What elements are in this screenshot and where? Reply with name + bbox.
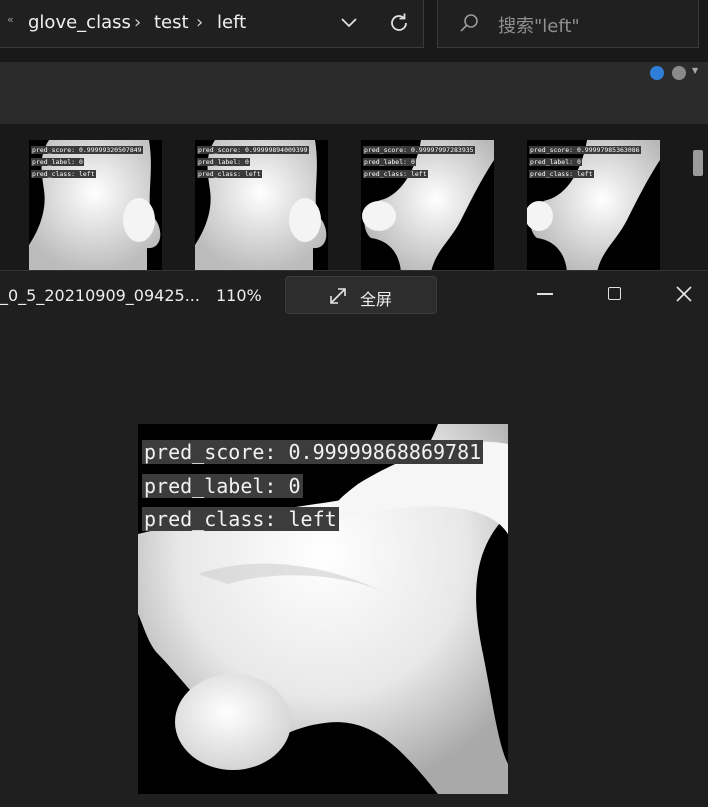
search-icon	[460, 14, 478, 32]
thumb-class: pred_class: left	[529, 170, 594, 178]
breadcrumb-glove-class[interactable]: glove_class	[28, 12, 131, 33]
scrollbar-thumb[interactable]	[693, 150, 703, 176]
thumb-score: pred_score: 0.99999320507849	[31, 146, 143, 154]
pred-label-text: pred_label: 0	[142, 473, 303, 498]
command-bar	[0, 62, 708, 124]
thumb-label: pred_label: 0	[197, 158, 250, 166]
thumb-score: pred_score: 0.99999894009399	[197, 146, 309, 154]
forward-icon[interactable]	[672, 66, 686, 80]
search-input[interactable]: 搜索"left"	[437, 0, 699, 48]
refresh-icon[interactable]	[387, 11, 411, 35]
overflow-chevron-icon[interactable]: «	[7, 13, 14, 26]
minimize-icon[interactable]	[537, 293, 553, 295]
thumb-label: pred_label: 0	[363, 158, 416, 166]
displayed-image: pred_score: 0.99999868869781 pred_label:…	[138, 424, 508, 794]
breadcrumb-left[interactable]: left	[217, 12, 246, 33]
address-bar[interactable]: « glove_class › test › left	[0, 0, 424, 48]
thumb-score: pred_score: 0.99997997283935	[363, 146, 475, 154]
file-name-title: _0_5_20210909_09425...	[0, 286, 200, 305]
image-thumbnail[interactable]: pred_score: 0.99999320507849 pred_label:…	[29, 140, 162, 272]
globe-icon[interactable]	[650, 66, 664, 80]
thumb-label: pred_label: 0	[529, 158, 582, 166]
pred-score-text: pred_score: 0.99999868869781	[142, 440, 484, 464]
breadcrumb-separator-icon: ›	[134, 12, 142, 33]
chevron-down-icon[interactable]: ▼	[692, 66, 698, 75]
pred-class-text: pred_class: left	[142, 507, 339, 531]
close-icon[interactable]	[675, 285, 693, 303]
image-thumbnail[interactable]: pred_score: 0.99997985363086 pred_label:…	[527, 140, 660, 272]
zoom-level[interactable]: 110%	[216, 286, 262, 305]
breadcrumb-separator-icon: ›	[196, 12, 204, 33]
file-explorer-window: « glove_class › test › left 搜索"left" ▼ p…	[0, 0, 708, 272]
image-thumbnail[interactable]: pred_score: 0.99997997283935 pred_label:…	[361, 140, 494, 272]
chevron-down-icon[interactable]	[338, 12, 360, 34]
search-placeholder: 搜索"left"	[498, 16, 580, 37]
fullscreen-label: 全屏	[360, 290, 393, 309]
thumb-class: pred_class: left	[197, 170, 262, 178]
thumb-class: pred_class: left	[31, 170, 96, 178]
thumb-label: pred_label: 0	[31, 158, 84, 166]
breadcrumb-test[interactable]: test	[154, 12, 189, 33]
maximize-icon[interactable]	[608, 287, 621, 300]
thumb-class: pred_class: left	[363, 170, 428, 178]
thumb-score: pred_score: 0.99997985363086	[529, 146, 641, 154]
fullscreen-button[interactable]: 全屏	[285, 276, 437, 314]
image-thumbnail[interactable]: pred_score: 0.99999894009399 pred_label:…	[195, 140, 328, 272]
expand-icon	[330, 288, 346, 304]
